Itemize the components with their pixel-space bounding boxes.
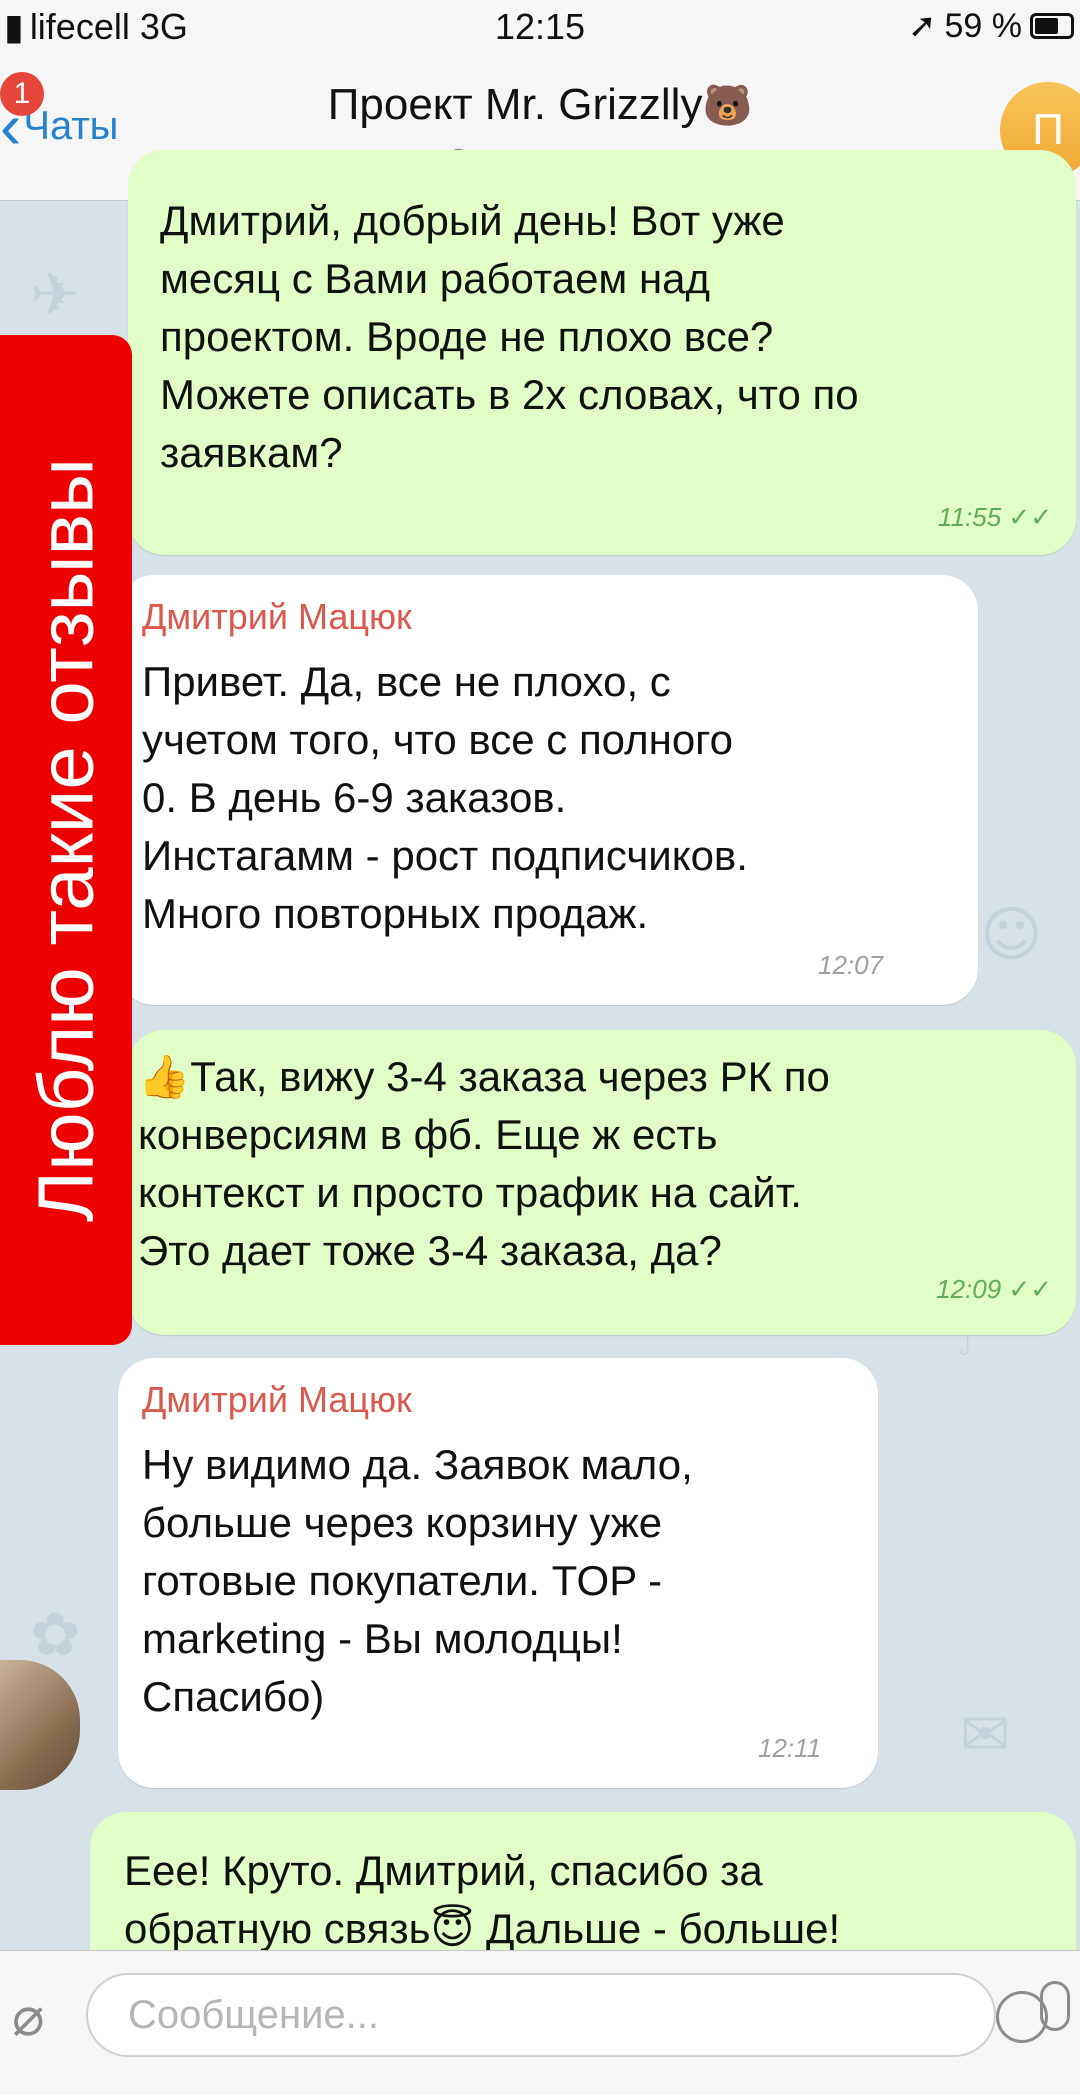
attach-icon[interactable]: ⌀ — [12, 1985, 45, 2048]
battery-icon — [1030, 13, 1074, 39]
read-check-icon: ✓✓ — [1008, 1274, 1052, 1304]
message-text: Ну видимо да. Заявок мало, больше через … — [142, 1441, 693, 1720]
input-bar: ⌀ Сообщение... — [0, 1950, 1080, 2095]
message-bubble-outgoing[interactable]: Дмитрий, добрый день! Вот уже месяц с Ва… — [128, 150, 1076, 555]
message-text: Еее! Круто. Дмитрий, спасибо за обратную… — [124, 1847, 841, 1952]
message-text: 👍Так, вижу 3-4 заказа через РК по конвер… — [138, 1053, 830, 1274]
battery-percent: 59 % — [944, 6, 1023, 45]
overlay-caption: Люблю такие отзывы — [0, 335, 132, 1345]
message-time: 12:07 — [818, 950, 884, 980]
message-bubble-outgoing[interactable]: 👍Так, вижу 3-4 заказа через РК по конвер… — [128, 1030, 1076, 1335]
message-text: Дмитрий, добрый день! Вот уже месяц с Ва… — [160, 197, 859, 476]
message-text: Привет. Да, все не плохо, с учетом того,… — [142, 658, 748, 937]
message-bubble-incoming[interactable]: Дмитрий Мацюк Привет. Да, все не плохо, … — [118, 575, 978, 1005]
message-placeholder: Сообщение... — [128, 1993, 380, 2037]
chat-title[interactable]: Проект Mr. Grizzlly🐻 — [0, 80, 1080, 130]
message-time: 12:09 ✓✓ — [936, 1274, 1052, 1304]
message-input[interactable]: Сообщение... — [86, 1973, 1048, 2057]
bear-icon: 🐻 — [702, 84, 753, 128]
message-time: 12:11 — [758, 1733, 822, 1763]
read-check-icon: ✓✓ — [1008, 502, 1052, 532]
thumbs-up-icon: 👍 — [138, 1053, 191, 1100]
sender-name[interactable]: Дмитрий Мацюк — [142, 1378, 858, 1422]
message-bubble-incoming[interactable]: Дмитрий Мацюк Ну видимо да. Заявок мало,… — [118, 1358, 878, 1788]
sender-name[interactable]: Дмитрий Мацюк — [142, 595, 958, 639]
status-bar: ▮ lifecell 3G 12:15 ➚ 59 % — [0, 0, 1080, 62]
status-right: ➚ 59 % — [908, 6, 1074, 46]
message-time: 11:55 ✓✓ — [938, 502, 1052, 532]
microphone-icon[interactable] — [1040, 1981, 1070, 2031]
location-arrow-icon: ➚ — [908, 7, 937, 45]
